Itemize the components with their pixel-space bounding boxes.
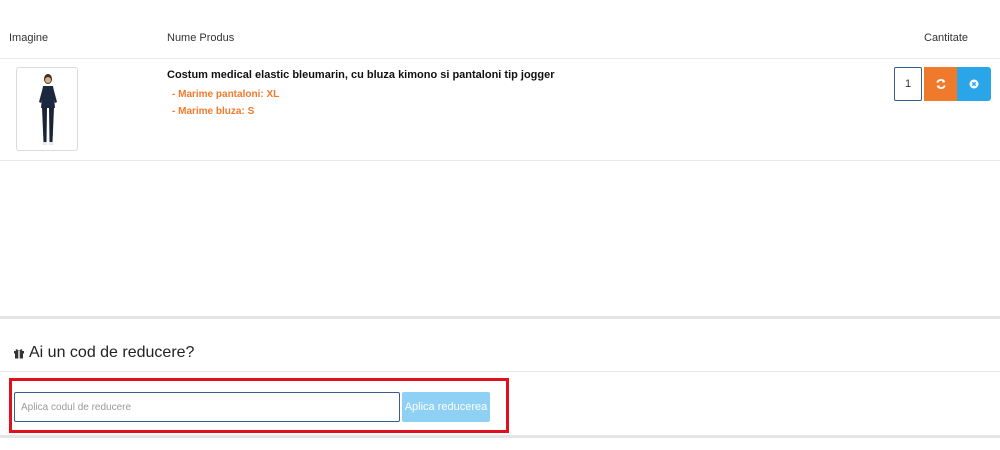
product-name[interactable]: Costum medical elastic bleumarin, cu blu… bbox=[167, 69, 555, 81]
apply-discount-button[interactable]: Aplica reducerea bbox=[402, 392, 490, 422]
column-header-image: Imagine bbox=[9, 32, 49, 44]
product-attribute-pants-size: - Marime pantaloni: XL bbox=[172, 89, 280, 100]
row-divider bbox=[0, 160, 1000, 161]
remove-item-button[interactable] bbox=[957, 67, 991, 101]
gift-icon bbox=[14, 349, 24, 359]
product-thumbnail[interactable] bbox=[16, 67, 78, 151]
bottom-divider bbox=[0, 435, 1000, 438]
remove-icon bbox=[969, 79, 979, 89]
column-header-quantity: Cantitate bbox=[924, 32, 969, 44]
quantity-input[interactable]: 1 bbox=[894, 67, 922, 101]
header-divider bbox=[0, 58, 1000, 59]
discount-divider bbox=[0, 371, 1000, 372]
discount-title: Ai un cod de reducere? bbox=[29, 344, 195, 361]
discount-heading: Ai un cod de reducere? bbox=[13, 344, 194, 362]
refresh-icon bbox=[935, 79, 946, 89]
update-quantity-button[interactable] bbox=[924, 67, 957, 101]
column-header-product-name: Nume Produs bbox=[167, 32, 235, 44]
discount-code-input[interactable] bbox=[14, 392, 400, 422]
product-attribute-blouse-size: - Marime bluza: S bbox=[172, 106, 255, 117]
product-image bbox=[39, 74, 57, 145]
section-divider bbox=[0, 316, 1000, 319]
